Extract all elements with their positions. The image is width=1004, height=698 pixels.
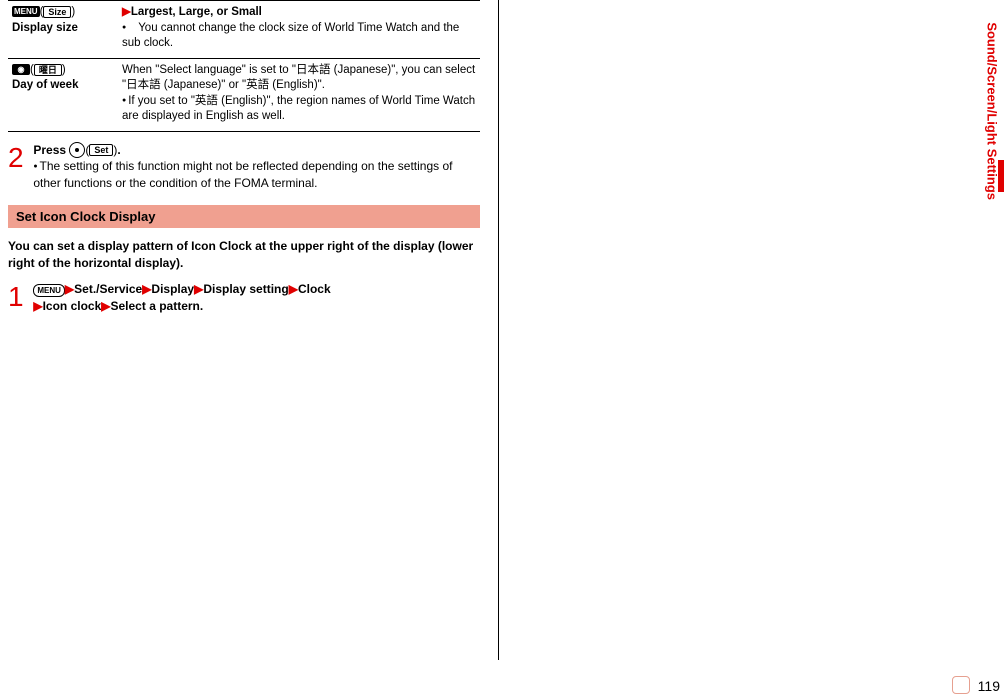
row-label: Display size: [12, 22, 78, 34]
arrow-icon: ▶: [65, 282, 74, 296]
nav-item: Select a pattern.: [111, 299, 204, 313]
table-row: MENU(Size) Display size ▶Largest, Large,…: [8, 1, 480, 59]
ui-button-size: Size: [43, 6, 71, 18]
row-content: When "Select language" is set to "日本語 (J…: [118, 58, 480, 131]
nav-item: Display setting: [203, 282, 288, 296]
step-1: 1 MENU▶Set./Service▶Display▶Display sett…: [8, 281, 480, 313]
step-number: 2: [8, 142, 30, 174]
menu-icon: MENU: [12, 6, 40, 17]
nav-item: Set./Service: [74, 282, 142, 296]
arrow-icon: ▶: [289, 282, 298, 296]
description-text: When "Select language" is set to "日本語 (J…: [122, 64, 475, 92]
settings-table: MENU(Size) Display size ▶Largest, Large,…: [8, 0, 480, 132]
side-tab-label: Sound/Screen/Light Settings: [985, 22, 1000, 200]
section-intro: You can set a display pattern of Icon Cl…: [8, 238, 480, 272]
step-body: MENU▶Set./Service▶Display▶Display settin…: [33, 281, 473, 313]
side-tab: Sound/Screen/Light Settings: [982, 160, 1004, 460]
arrow-icon: ▶: [101, 299, 110, 313]
press-label: Press: [33, 143, 66, 157]
bullet-text: The setting of this function might not b…: [33, 159, 452, 189]
camera-icon: ◉: [12, 64, 30, 75]
step-body: Press (Set). The setting of this functio…: [33, 142, 473, 191]
step-2: 2 Press (Set). The setting of this funct…: [8, 142, 480, 191]
nav-item: Icon clock: [43, 299, 102, 313]
row-content: ▶Largest, Large, or Small You cannot cha…: [118, 1, 480, 59]
nav-item: Display: [151, 282, 194, 296]
column-divider: [498, 0, 499, 660]
ui-button-dayofweek: 曜日: [34, 64, 62, 76]
nav-item: Clock: [298, 282, 331, 296]
arrow-icon: ▶: [33, 299, 42, 313]
step-number: 1: [8, 281, 30, 313]
arrow-icon: ▶: [122, 6, 131, 18]
arrow-icon: ▶: [194, 282, 203, 296]
row-label-cell: MENU(Size) Display size: [8, 1, 118, 59]
page-number: 119: [978, 678, 1000, 694]
size-options: Largest, Large, or Small: [131, 6, 262, 18]
row-label: Day of week: [12, 79, 78, 91]
bullet-text: If you set to "英語 (English)", the region…: [122, 95, 475, 123]
table-row: ◉(曜日) Day of week When "Select language"…: [8, 58, 480, 131]
section-header: Set Icon Clock Display: [8, 205, 480, 228]
ui-button-set: Set: [89, 144, 113, 156]
row-label-cell: ◉(曜日) Day of week: [8, 58, 118, 131]
left-column: MENU(Size) Display size ▶Largest, Large,…: [0, 0, 480, 314]
menu-key-icon: MENU: [33, 284, 65, 297]
page-decoration: [952, 676, 970, 694]
ok-button-icon: [69, 142, 85, 158]
bullet-text: You cannot change the clock size of Worl…: [122, 22, 459, 50]
